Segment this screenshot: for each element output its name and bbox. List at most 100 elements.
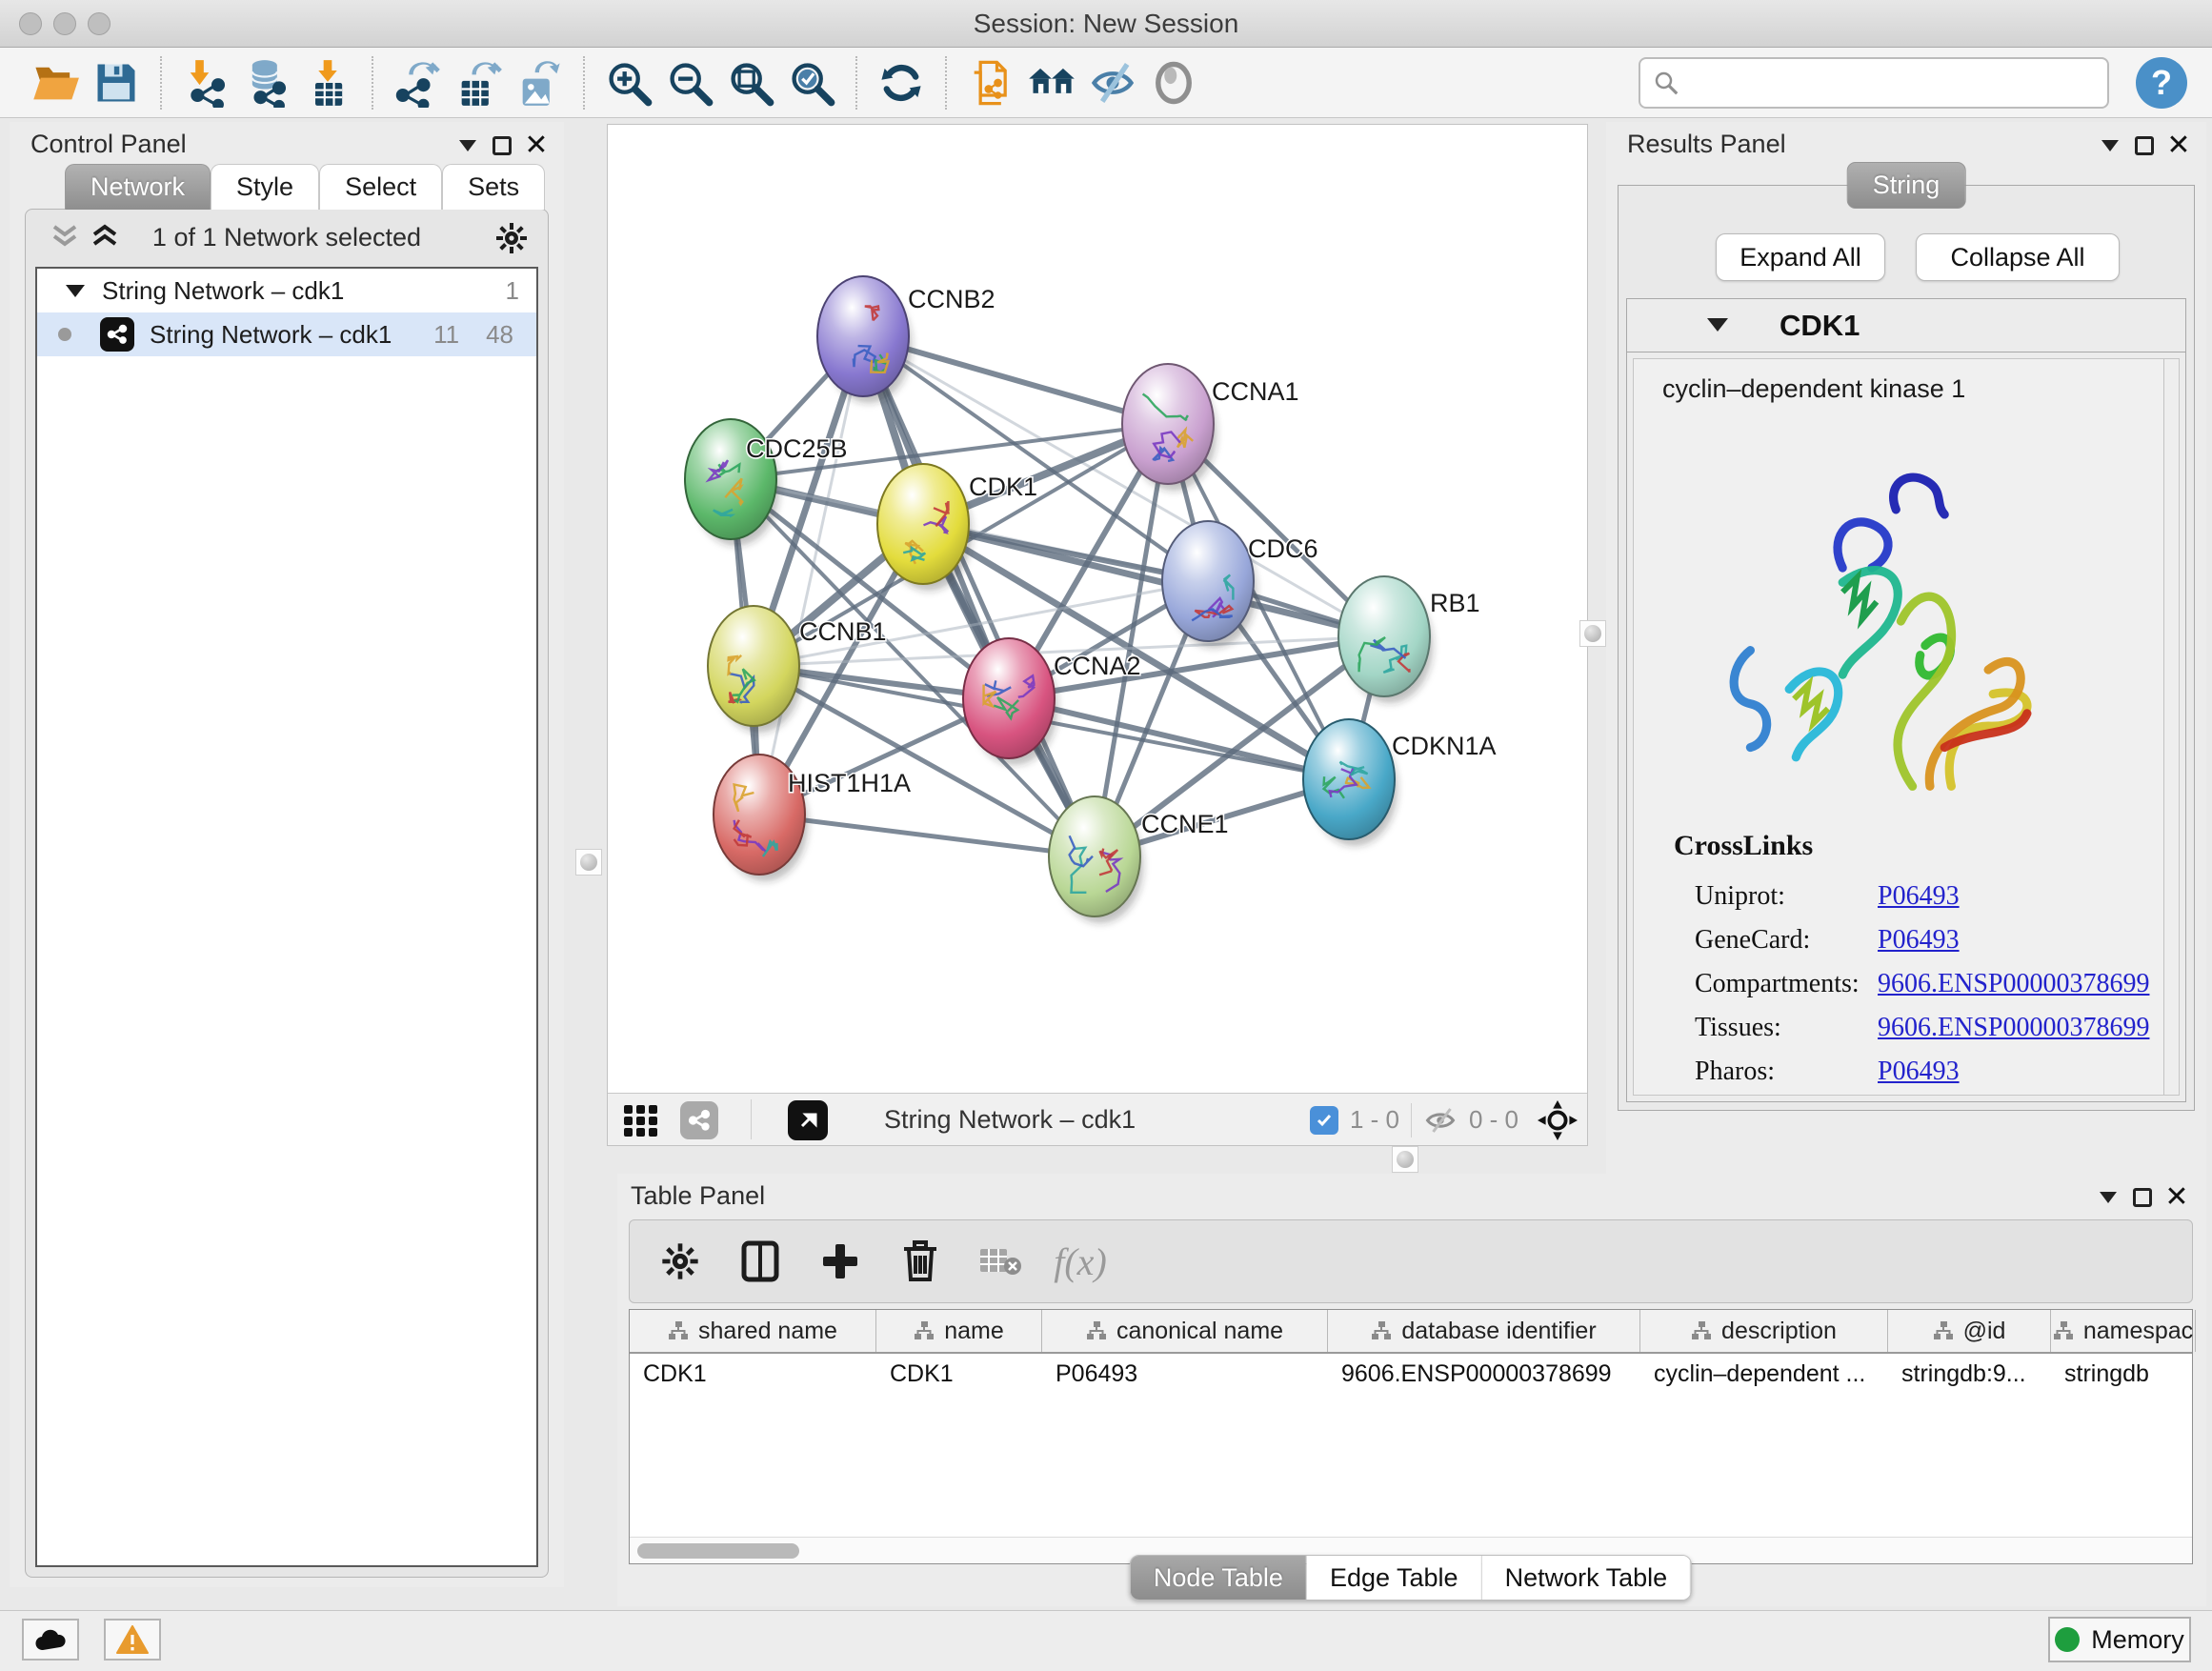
panel-close-icon[interactable]: ✕ <box>2164 1185 2189 1210</box>
hide-unhide-icon[interactable] <box>1082 54 1143 111</box>
zoom-selected-icon[interactable] <box>781 54 842 111</box>
birdseye-grid-icon[interactable] <box>623 1103 659 1137</box>
search-input[interactable] <box>1680 68 2096 97</box>
memory-button[interactable]: Memory <box>2048 1617 2191 1662</box>
edge-HIST1H1A-CCNE1[interactable] <box>759 815 1095 856</box>
crosslink-link[interactable]: 9606.ENSP00000378699 <box>1878 969 2149 999</box>
column-header-shared-name[interactable]: shared name <box>630 1310 876 1352</box>
selected-checkbox-icon[interactable] <box>1310 1106 1338 1135</box>
network-row[interactable]: String Network – cdk1 11 48 <box>37 312 536 356</box>
title-bar[interactable]: Session: New Session <box>0 0 2212 48</box>
open-session-icon[interactable] <box>25 54 86 111</box>
crosslink-link[interactable]: P06493 <box>1878 881 1960 912</box>
crosslink-link[interactable]: P06493 <box>1878 925 1960 956</box>
table-cell[interactable]: stringdb:9... <box>1888 1354 2051 1394</box>
import-table-icon[interactable] <box>297 54 358 111</box>
save-session-icon[interactable] <box>86 54 147 111</box>
tab-edge-table[interactable]: Edge Table <box>1307 1556 1482 1600</box>
panel-menu-icon[interactable] <box>2096 1185 2121 1210</box>
tab-node-table[interactable]: Node Table <box>1131 1556 1307 1600</box>
column-header--id[interactable]: @id <box>1888 1310 2051 1352</box>
highlight-icon[interactable] <box>1143 54 1204 111</box>
expand-all-button[interactable]: Expand All <box>1716 233 1885 281</box>
node-CDKN1A[interactable] <box>1303 719 1398 846</box>
export-network-icon[interactable] <box>387 54 448 111</box>
table-row[interactable]: CDK1CDK1P064939606.ENSP00000378699cyclin… <box>630 1354 2192 1394</box>
multiple-homes-icon[interactable] <box>1021 54 1082 111</box>
node-CDC6[interactable] <box>1162 521 1257 648</box>
warnings-button[interactable] <box>104 1619 161 1661</box>
table-options-gear-icon[interactable] <box>656 1238 704 1285</box>
delete-column-icon[interactable] <box>896 1238 944 1285</box>
crosslink-link[interactable]: P06493 <box>1878 1057 1960 1087</box>
refresh-icon[interactable] <box>871 54 932 111</box>
tab-network-table[interactable]: Network Table <box>1482 1556 1692 1600</box>
crosslink-link[interactable]: 9606.ENSP00000378699 <box>1878 1013 2149 1043</box>
tab-sets[interactable]: Sets <box>442 164 545 210</box>
cloud-button[interactable] <box>22 1619 79 1661</box>
table-cell[interactable]: 9606.ENSP00000378699 <box>1328 1354 1640 1394</box>
column-header-canonical-name[interactable]: canonical name <box>1042 1310 1328 1352</box>
import-network-database-icon[interactable] <box>236 54 297 111</box>
tab-style[interactable]: Style <box>211 164 319 210</box>
left-splitter-handle[interactable] <box>575 849 602 876</box>
panel-float-icon[interactable] <box>490 133 514 158</box>
hidden-eye-icon[interactable] <box>1423 1106 1458 1135</box>
tab-network[interactable]: Network <box>65 164 211 210</box>
gene-section-header[interactable]: CDK1 <box>1627 299 2185 352</box>
open-in-new-window-icon[interactable] <box>788 1100 828 1140</box>
table-cell[interactable]: stringdb <box>2051 1354 2196 1394</box>
add-column-icon[interactable] <box>816 1238 864 1285</box>
column-header-namespac[interactable]: namespac <box>2051 1310 2196 1352</box>
collection-expand-icon[interactable] <box>66 285 85 297</box>
table-cell[interactable]: CDK1 <box>876 1354 1042 1394</box>
node-table[interactable]: shared namenamecanonical namedatabase id… <box>629 1309 2193 1564</box>
right-splitter-handle[interactable] <box>1579 620 1606 647</box>
zoom-fit-icon[interactable] <box>720 54 781 111</box>
share-network-icon[interactable] <box>680 1101 718 1139</box>
panel-float-icon[interactable] <box>2130 1185 2155 1210</box>
zoom-out-icon[interactable] <box>659 54 720 111</box>
import-network-file-icon[interactable] <box>175 54 236 111</box>
panel-menu-icon[interactable] <box>455 133 480 158</box>
node-CCNB2[interactable] <box>817 276 912 403</box>
panel-float-icon[interactable] <box>2132 133 2157 158</box>
zoom-in-icon[interactable] <box>598 54 659 111</box>
network-canvas[interactable]: CCNB2CCNA1CDC25BCDK1CDC6RB1CCNB1CCNA2CDK… <box>608 125 1587 1093</box>
network-view[interactable]: CCNB2CCNA1CDC25BCDK1CDC6RB1CCNB1CCNA2CDK… <box>607 124 1588 1146</box>
node-CCNA1[interactable] <box>1122 364 1217 491</box>
column-header-database-identifier[interactable]: database identifier <box>1328 1310 1640 1352</box>
node-CCNB1[interactable] <box>708 606 802 733</box>
table-cell[interactable]: cyclin–dependent ... <box>1640 1354 1888 1394</box>
node-CCNE1[interactable] <box>1049 796 1143 923</box>
export-table-icon[interactable] <box>448 54 509 111</box>
export-image-icon[interactable] <box>509 54 570 111</box>
edge-CCNB2-HIST1H1A[interactable] <box>759 336 863 815</box>
panel-close-icon[interactable]: ✕ <box>524 133 549 158</box>
function-builder-icon[interactable]: f(x) <box>1056 1238 1104 1285</box>
detail-scrollbar[interactable] <box>2163 359 2179 1095</box>
node-RB1[interactable] <box>1338 576 1433 703</box>
network-collection-row[interactable]: String Network – cdk1 1 <box>37 269 536 312</box>
column-header-name[interactable]: name <box>876 1310 1042 1352</box>
help-icon[interactable]: ? <box>2136 57 2187 109</box>
collapse-all-button[interactable]: Collapse All <box>1916 233 2120 281</box>
node-CCNA2[interactable] <box>963 638 1057 765</box>
network-options-gear-icon[interactable] <box>494 221 529 255</box>
table-cell[interactable]: CDK1 <box>630 1354 876 1394</box>
string-import-icon[interactable] <box>960 54 1021 111</box>
table-cell[interactable]: P06493 <box>1042 1354 1328 1394</box>
node-CDK1[interactable] <box>877 464 972 591</box>
column-header-description[interactable]: description <box>1640 1310 1888 1352</box>
gene-collapse-icon[interactable] <box>1707 318 1728 332</box>
bottom-splitter-handle[interactable] <box>1392 1146 1418 1173</box>
scrollbar-thumb[interactable] <box>637 1543 799 1559</box>
panel-close-icon[interactable]: ✕ <box>2166 133 2191 158</box>
delete-table-icon[interactable] <box>976 1238 1024 1285</box>
fit-crosshair-icon[interactable] <box>1538 1100 1578 1140</box>
show-columns-icon[interactable] <box>736 1238 784 1285</box>
tab-select[interactable]: Select <box>319 164 442 210</box>
panel-menu-icon[interactable] <box>2098 133 2122 158</box>
search-box[interactable] <box>1639 57 2109 109</box>
tab-string[interactable]: String <box>1847 162 1966 209</box>
